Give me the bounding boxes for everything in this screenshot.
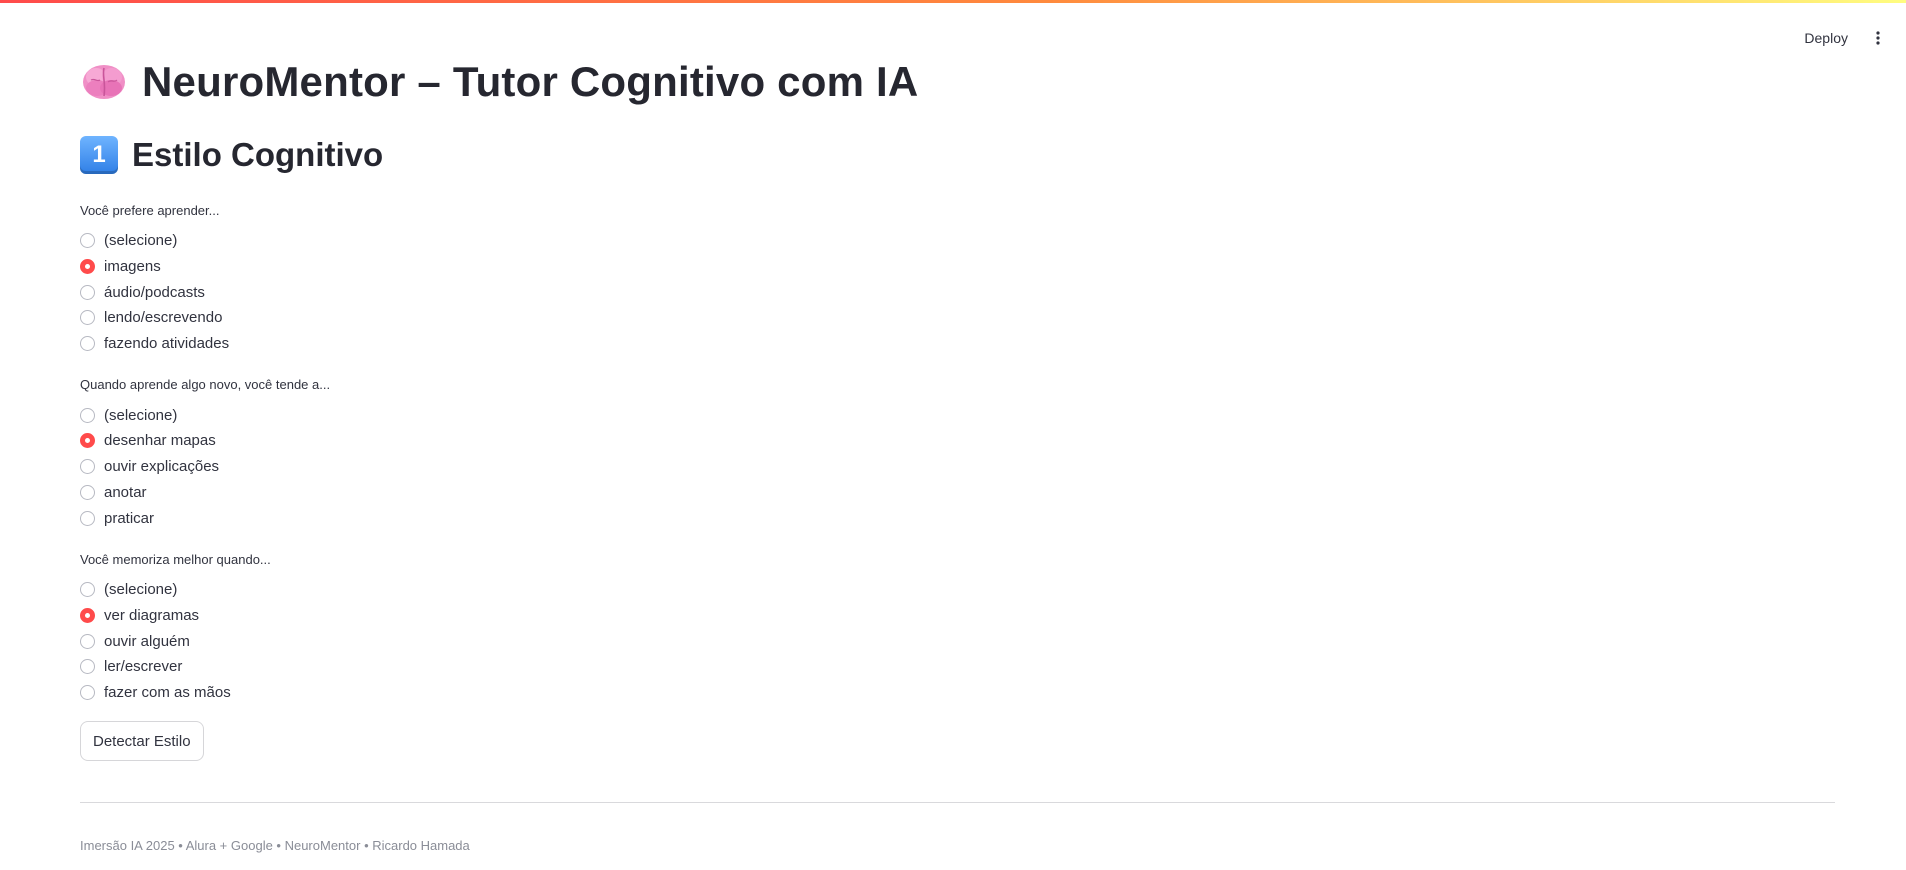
detect-style-button[interactable]: Detectar Estilo xyxy=(80,721,204,762)
radio-option[interactable]: fazendo atividades xyxy=(80,331,1835,357)
question-memorization: Você memoriza melhor quando... (selecion… xyxy=(80,551,1835,705)
question-learning-preference: Você prefere aprender... (selecione) ima… xyxy=(80,202,1835,356)
question-label: Você prefere aprender... xyxy=(80,203,220,218)
radio-option[interactable]: lendo/escrevendo xyxy=(80,305,1835,331)
keycap-one-icon: 1 xyxy=(80,136,118,174)
radio-option-label: anotar xyxy=(104,483,147,501)
radio-option-label: ouvir explicações xyxy=(104,458,220,476)
section-title: Estilo Cognitivo xyxy=(132,136,384,173)
question-new-learning: Quando aprende algo novo, você tende a..… xyxy=(80,376,1835,530)
footer-divider xyxy=(80,802,1835,803)
radio-button[interactable] xyxy=(80,582,95,598)
radio-option[interactable]: ler/escrever xyxy=(80,654,1835,680)
radio-button[interactable] xyxy=(80,633,95,649)
radio-option-label: desenhar mapas xyxy=(104,432,216,450)
radio-button[interactable] xyxy=(80,684,95,700)
deploy-button[interactable]: Deploy xyxy=(1804,30,1848,46)
radio-option-label: fazer com as mãos xyxy=(104,683,231,701)
radio-button[interactable] xyxy=(80,310,95,326)
question-label: Quando aprende algo novo, você tende a..… xyxy=(80,377,331,393)
section-header: 1 Estilo Cognitivo xyxy=(80,128,1835,182)
radio-option[interactable]: imagens xyxy=(80,254,1835,280)
radio-option-label: (selecione) xyxy=(104,406,178,424)
footer-text: Imersão IA 2025 • Alura + Google • Neuro… xyxy=(80,838,470,853)
radio-option-label: (selecione) xyxy=(104,581,178,599)
page-header: NeuroMentor – Tutor Cognitivo com IA xyxy=(80,50,1835,114)
radio-option-label: ver diagramas xyxy=(104,606,200,624)
radio-button[interactable] xyxy=(80,459,95,475)
radio-option-label: lendo/escrevendo xyxy=(104,309,223,327)
radio-button[interactable] xyxy=(80,407,95,423)
radio-option-label: áudio/podcasts xyxy=(104,283,205,301)
radio-button[interactable] xyxy=(80,659,95,675)
radio-option[interactable]: (selecione) xyxy=(80,402,1835,428)
radio-option-label: imagens xyxy=(104,258,161,276)
main-content: NeuroMentor – Tutor Cognitivo com IA 1 E… xyxy=(80,50,1835,762)
radio-option[interactable]: (selecione) xyxy=(80,228,1835,254)
radio-button-selected[interactable] xyxy=(80,607,95,623)
radio-button[interactable] xyxy=(80,484,95,500)
question-label: Você memoriza melhor quando... xyxy=(80,551,271,567)
brain-icon xyxy=(80,58,128,106)
radio-option[interactable]: praticar xyxy=(80,505,1835,531)
radio-option[interactable]: ouvir explicações xyxy=(80,454,1835,480)
radio-button-selected[interactable] xyxy=(80,433,95,449)
radio-option[interactable]: (selecione) xyxy=(80,577,1835,603)
more-vertical-icon[interactable] xyxy=(1870,28,1886,48)
radio-option-label: (selecione) xyxy=(104,232,178,250)
radio-option-label: fazendo atividades xyxy=(104,335,230,353)
radio-button[interactable] xyxy=(80,336,95,352)
radio-option[interactable]: fazer com as mãos xyxy=(80,680,1835,706)
radio-button[interactable] xyxy=(80,233,95,249)
radio-option[interactable]: desenhar mapas xyxy=(80,428,1835,454)
radio-option[interactable]: ver diagramas xyxy=(80,603,1835,629)
radio-button-selected[interactable] xyxy=(80,259,95,275)
radio-option-label: praticar xyxy=(104,509,155,527)
radio-option-label: ouvir alguém xyxy=(104,632,190,650)
radio-button[interactable] xyxy=(80,510,95,526)
app-toolbar: Deploy xyxy=(1804,28,1886,48)
top-decoration-bar xyxy=(0,0,1906,3)
radio-button[interactable] xyxy=(80,284,95,300)
radio-option-label: ler/escrever xyxy=(104,658,183,676)
radio-option[interactable]: ouvir alguém xyxy=(80,628,1835,654)
page-title: NeuroMentor – Tutor Cognitivo com IA xyxy=(142,58,919,105)
radio-option[interactable]: áudio/podcasts xyxy=(80,279,1835,305)
radio-option[interactable]: anotar xyxy=(80,480,1835,506)
